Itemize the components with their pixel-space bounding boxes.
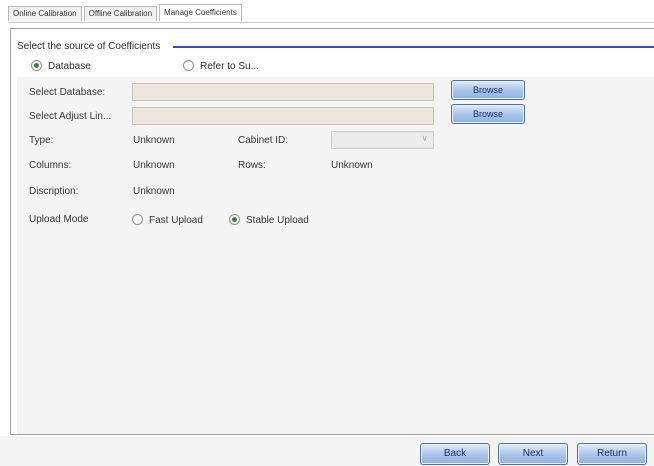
next-button[interactable]: Next: [498, 443, 568, 465]
columns-label: Columns:: [29, 160, 72, 171]
stable-upload-option[interactable]: Stable Upload: [229, 214, 309, 226]
radio-unchecked-icon[interactable]: [132, 214, 143, 225]
tab-divider: [8, 22, 654, 23]
tab-offline-calibration[interactable]: Offline Calibration: [83, 6, 158, 21]
source-database-option[interactable]: Database: [31, 60, 91, 72]
source-database-label: Database: [48, 61, 91, 72]
type-label: Type:: [29, 135, 54, 146]
browse-adjust-button[interactable]: Browse: [451, 104, 525, 124]
back-button[interactable]: Back: [420, 443, 490, 465]
browse-database-button[interactable]: Browse: [451, 80, 525, 100]
stable-upload-label: Stable Upload: [246, 215, 309, 226]
coefficient-form: Select Database: Browse Select Adjust Li…: [17, 77, 654, 434]
tab-manage-coefficients[interactable]: Manage Coefficients: [159, 4, 242, 21]
source-refer-label: Refer to Su...: [200, 61, 259, 72]
type-value: Unknown: [133, 135, 175, 146]
chevron-down-icon: ∨: [421, 133, 428, 143]
section-divider: [173, 46, 654, 48]
rows-value: Unknown: [331, 160, 373, 171]
database-path-field[interactable]: [132, 83, 434, 101]
description-label: Discription:: [29, 186, 79, 197]
columns-value: Unknown: [133, 160, 175, 171]
source-refer-option[interactable]: Refer to Su...: [183, 60, 259, 72]
radio-checked-icon[interactable]: [229, 214, 240, 225]
adjust-path-field[interactable]: [132, 107, 434, 125]
radio-unchecked-icon[interactable]: [183, 60, 194, 71]
cabinet-id-select[interactable]: ∨: [331, 131, 434, 149]
tab-online-calibration[interactable]: Online Calibration: [8, 6, 82, 21]
cabinet-id-label: Cabinet ID:: [238, 135, 289, 146]
fast-upload-label: Fast Upload: [149, 215, 203, 226]
upload-mode-label: Upload Mode: [29, 214, 89, 225]
rows-label: Rows:: [238, 160, 266, 171]
radio-checked-icon[interactable]: [31, 60, 42, 71]
return-button[interactable]: Return: [577, 443, 647, 465]
coefficient-source-title: Select the source of Coefficients: [17, 41, 161, 52]
tab-strip: Online Calibration Offline Calibration M…: [8, 4, 244, 22]
manage-coefficients-panel: Select the source of Coefficients Databa…: [10, 28, 654, 435]
description-value: Unknown: [133, 186, 175, 197]
fast-upload-option[interactable]: Fast Upload: [132, 214, 203, 226]
select-database-label: Select Database:: [29, 87, 106, 98]
select-adjust-label: Select Adjust Lin...: [29, 111, 112, 122]
